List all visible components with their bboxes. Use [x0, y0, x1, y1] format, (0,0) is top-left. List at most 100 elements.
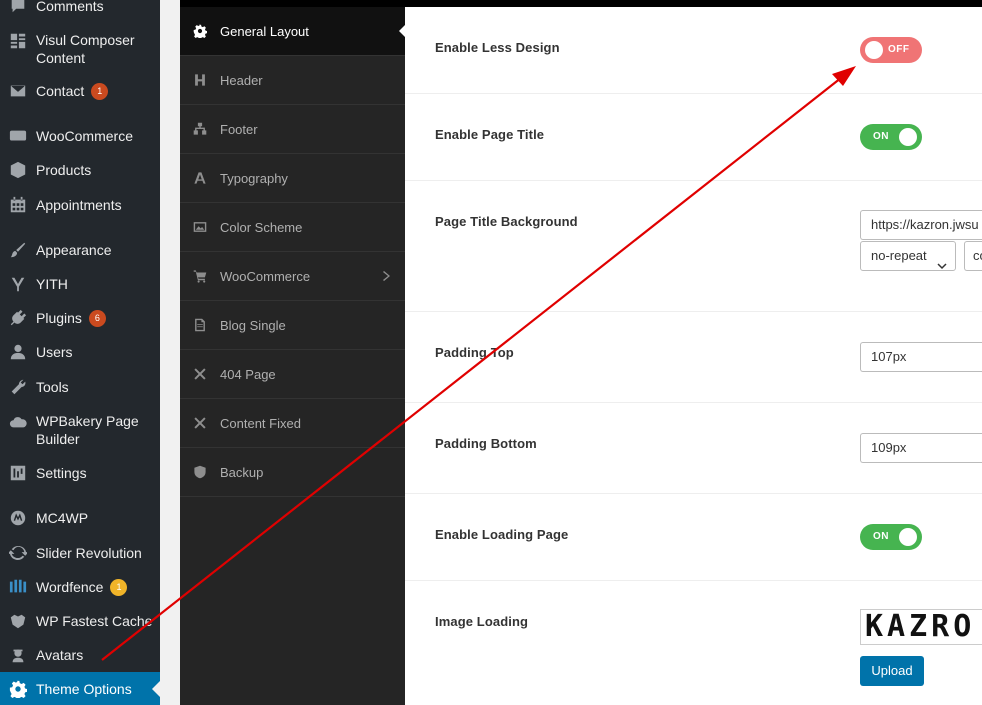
tab-header[interactable]: Header — [180, 56, 405, 105]
file-icon — [180, 318, 220, 332]
wp-menu-slider-revolution[interactable]: Slider Revolution — [0, 542, 160, 564]
wp-menu-theme-options[interactable]: Theme Options — [0, 672, 160, 705]
wp-menu-label: Theme Options — [36, 681, 132, 697]
tab-label: 404 Page — [220, 366, 276, 382]
setting-row-page-title-background: Page Title Background https://kazron.jws… — [405, 181, 982, 312]
tab-woocommerce[interactable]: WooCommerce — [180, 252, 405, 301]
wp-menu-label: Visul Composer Content — [36, 32, 135, 66]
wp-menu-wpbakery-page-builder[interactable]: WPBakery Page Builder — [0, 411, 160, 449]
tab-general-layout[interactable]: General Layout — [180, 7, 405, 56]
padding-bottom-input[interactable]: 109px — [860, 433, 982, 463]
toggle-state-text: OFF — [888, 44, 910, 55]
background-position-select[interactable]: co — [964, 241, 982, 271]
woocommerce-icon — [0, 127, 36, 145]
sidebar-gap — [160, 0, 180, 705]
wp-menu-label: Contact 1 — [36, 82, 109, 101]
setting-label: Enable Loading Page — [435, 527, 569, 542]
tab-label: General Layout — [220, 23, 309, 39]
wp-menu-avatars[interactable]: Avatars — [0, 644, 160, 666]
notification-badge: 6 — [88, 310, 106, 328]
tab-content-fixed[interactable]: Content Fixed — [180, 399, 405, 448]
tab-label: Blog Single — [220, 317, 286, 333]
shield-icon — [180, 465, 220, 479]
header-icon — [180, 73, 220, 87]
tab-label: Header — [220, 72, 263, 88]
wp-menu-label: MC4WP — [36, 510, 89, 526]
setting-label: Padding Bottom — [435, 436, 537, 451]
wp-menu-users[interactable]: Users — [0, 341, 160, 363]
times-icon — [180, 416, 220, 430]
wp-menu-woocommerce[interactable]: WooCommerce — [0, 125, 160, 147]
wp-menu-label: WPBakery Page Builder — [36, 413, 139, 447]
user-icon — [0, 343, 36, 361]
image-icon — [180, 220, 220, 234]
setting-row-image-loading: Image Loading KAZRO Upload — [405, 581, 982, 705]
wp-menu-label: YITH — [36, 276, 68, 292]
plug-icon — [0, 309, 36, 327]
enable-less-design-toggle[interactable]: OFF — [860, 37, 922, 63]
setting-label: Padding Top — [435, 345, 514, 360]
background-url-input[interactable]: https://kazron.jwsu — [860, 210, 982, 240]
enable-page-title-toggle[interactable]: ON — [860, 124, 922, 150]
wp-menu-comments[interactable]: Comments — [0, 0, 160, 16]
tab-label: Typography — [220, 170, 288, 186]
toggle-state-text: ON — [873, 531, 889, 542]
wp-menu-products[interactable]: Products — [0, 159, 160, 181]
refresh-icon — [0, 544, 36, 562]
tab-color-scheme[interactable]: Color Scheme — [180, 203, 405, 252]
chevron-right-icon — [381, 269, 393, 283]
wp-menu-contact[interactable]: Contact 1 — [0, 80, 160, 102]
tab-blog-single[interactable]: Blog Single — [180, 301, 405, 350]
wp-menu-appointments[interactable]: Appointments — [0, 194, 160, 216]
select-value: co — [973, 248, 982, 263]
tab-label: WooCommerce — [220, 268, 311, 284]
upload-button[interactable]: Upload — [860, 656, 924, 686]
avatar-icon — [0, 646, 36, 664]
wp-menu-settings[interactable]: Settings — [0, 462, 160, 484]
wp-menu-label: Settings — [36, 465, 87, 481]
wp-menu-plugins[interactable]: Plugins 6 — [0, 307, 160, 329]
wp-menu-label: Plugins 6 — [36, 309, 106, 328]
font-icon — [180, 171, 220, 185]
tab-404-page[interactable]: 404 Page — [180, 350, 405, 399]
tab-backup[interactable]: Backup — [180, 448, 405, 497]
setting-row-enable-page-title: Enable Page Title ON — [405, 94, 982, 181]
sitemap-icon — [180, 122, 220, 136]
setting-label: Enable Page Title — [435, 127, 545, 142]
wp-menu-wordfence[interactable]: Wordfence 1 — [0, 576, 160, 598]
tab-label: Color Scheme — [220, 219, 303, 235]
wp-menu-label: Wordfence 1 — [36, 578, 128, 597]
enable-loading-page-toggle[interactable]: ON — [860, 524, 922, 550]
cloud-icon — [0, 411, 36, 431]
mailchimp-icon — [0, 509, 36, 527]
gear-icon — [180, 24, 220, 38]
cart-icon — [180, 269, 220, 283]
tab-label: Backup — [220, 464, 264, 480]
comment-icon — [0, 0, 36, 15]
toggle-knob — [899, 528, 917, 546]
wp-menu-label: Products — [36, 162, 92, 178]
wp-menu-yith[interactable]: YITH — [0, 273, 160, 295]
wp-menu-appearance[interactable]: Appearance — [0, 239, 160, 261]
wp-menu-label: Appointments — [36, 197, 122, 213]
sliders-icon — [0, 464, 36, 482]
wp-menu-label: WooCommerce — [36, 128, 133, 144]
wp-menu-label: Users — [36, 344, 73, 360]
wp-menu-tools[interactable]: Tools — [0, 376, 160, 398]
cheetah-icon — [0, 612, 36, 630]
calendar-icon — [0, 196, 36, 214]
theme-options-nav: General Layout Header Footer Typography … — [180, 7, 405, 705]
wp-menu-wp-fastest-cache[interactable]: WP Fastest Cache — [0, 610, 160, 632]
setting-label: Page Title Background — [435, 214, 578, 229]
setting-label: Image Loading — [435, 614, 529, 629]
wp-menu-visul-composer-content[interactable]: Visul Composer Content — [0, 30, 160, 68]
tab-typography[interactable]: Typography — [180, 154, 405, 203]
padding-top-input[interactable]: 107px — [860, 342, 982, 372]
wp-menu-label: Comments — [36, 0, 104, 14]
tab-footer[interactable]: Footer — [180, 105, 405, 154]
wp-menu-label: Appearance — [36, 242, 112, 258]
toggle-knob — [865, 41, 883, 59]
grid-icon — [0, 30, 36, 50]
wp-menu-mc4wp[interactable]: MC4WP — [0, 507, 160, 529]
background-repeat-select[interactable]: no-repeat — [860, 241, 956, 271]
